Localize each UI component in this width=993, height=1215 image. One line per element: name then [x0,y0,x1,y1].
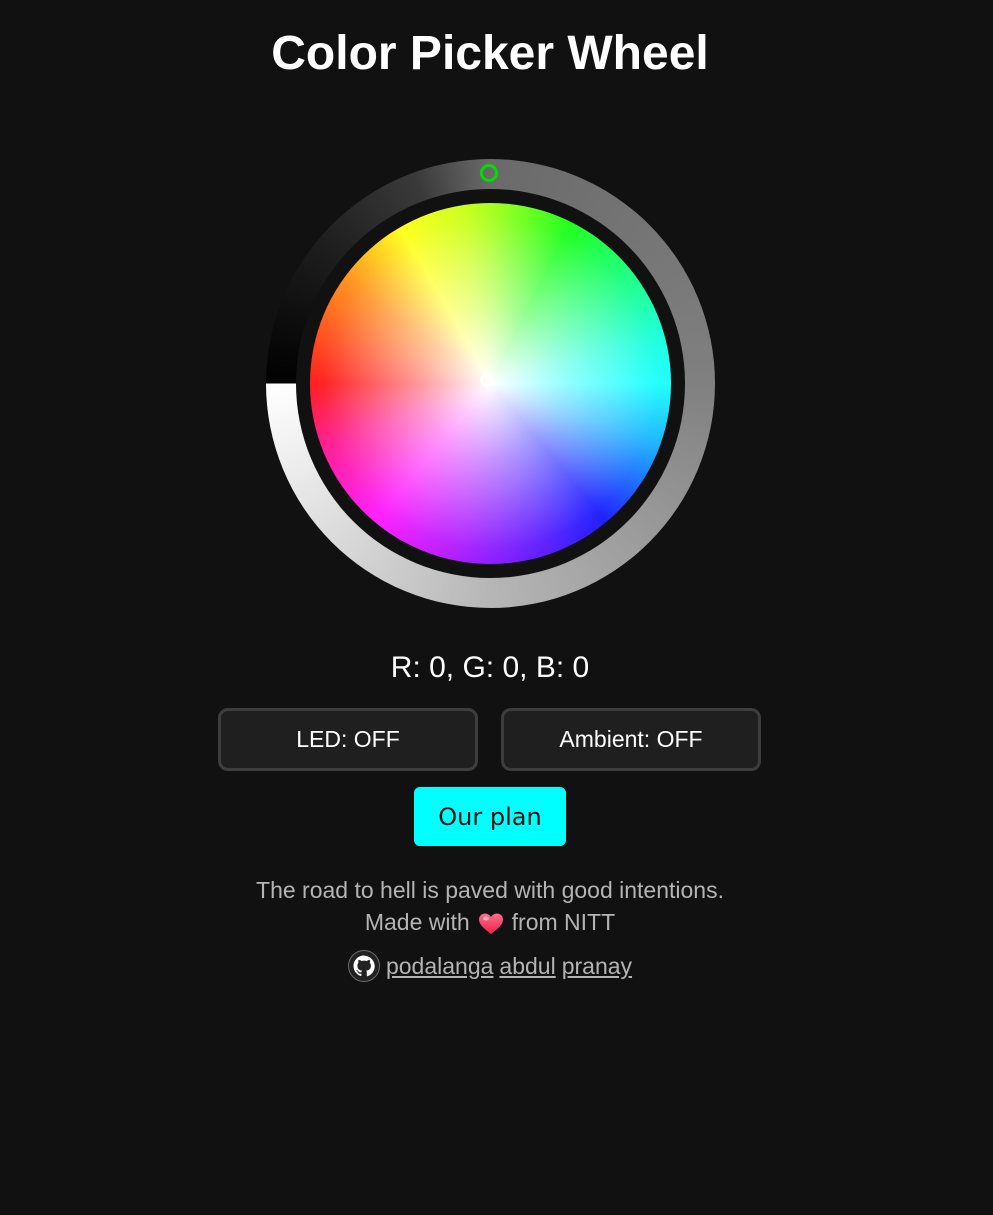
made-with-suffix: from NITT [511,909,616,935]
author-link-pranay[interactable]: pranay [562,951,632,981]
tagline: The road to hell is paved with good inte… [256,877,724,903]
page: Color Picker Wheel R: 0, G: 0, B: 0 LED:… [0,0,993,1215]
ambient-toggle-button[interactable]: Ambient: OFF [501,708,761,771]
page-title: Color Picker Wheel [271,27,709,80]
brightness-handle[interactable] [480,164,498,182]
color-wheel[interactable] [266,159,715,608]
heart-icon [478,913,503,934]
rgb-readout: R: 0, G: 0, B: 0 [390,651,590,684]
made-with-prefix: Made with [364,909,470,935]
github-icon[interactable] [347,950,380,982]
our-plan-button[interactable]: Our plan [414,787,566,846]
color-picker-handle[interactable] [480,373,494,387]
made-with-line: Made with from NITT [0,908,980,936]
author-link-abdul[interactable]: abdul [499,951,555,981]
author-link-podalanga[interactable]: podalanga [386,951,493,981]
credits: podalanga abdul pranay [0,950,980,982]
led-toggle-button[interactable]: LED: OFF [218,708,478,771]
